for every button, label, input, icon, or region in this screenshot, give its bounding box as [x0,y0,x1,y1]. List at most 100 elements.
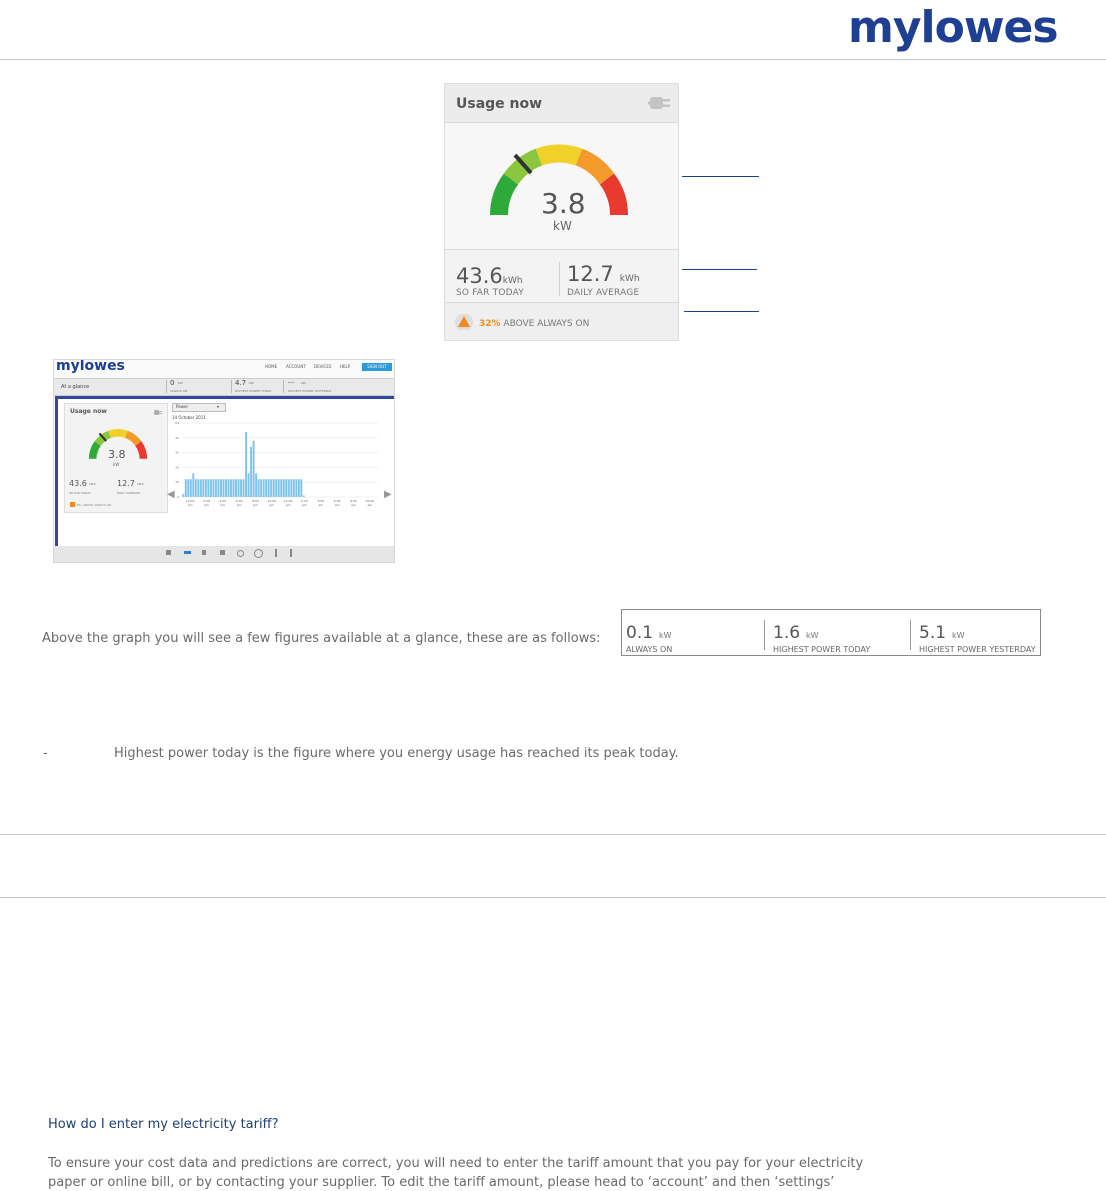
chart-bar [182,494,185,497]
chevron-right-icon[interactable]: ▶ [384,489,392,500]
tariff-paragraph-line-1: To ensure your cost data and predictions… [48,1156,864,1171]
thumb-glance-label: At a glance [61,384,90,390]
chart-bar [255,473,258,497]
thumb-footer-toolbar [54,546,394,562]
thumb-logo: mylowes [56,359,125,374]
chart-bar [280,479,283,497]
chart-bar [275,479,278,497]
chart-bar [207,479,210,497]
thumb-daily-label: DAILY AVERAGE [117,491,141,495]
chart-x-tick: pm [253,503,258,507]
glance-always-on-label: ALWAYS ON [626,645,673,654]
thumb-sep [231,380,232,393]
widget-stats: 43.6kWh SO FAR TODAY 12.7 kWh DAILY AVERA… [445,250,678,303]
chart-bar [227,479,230,497]
thumb-glance-1-label: HIGHEST POWER TODAY [235,389,272,393]
chart-bar [260,479,263,497]
chart-bar [222,479,225,497]
thumb-glance-0-value: 0 [170,379,175,387]
thumb-alert-text: 8% ABOVE ALWAYS ON [77,503,112,507]
glance-highest-today-unit: kW [806,631,819,640]
thumb-toolbar-icon[interactable] [237,550,244,557]
thumb-sign-out-button[interactable]: SIGN OUT [362,363,392,371]
glance-highest-yesterday-value: 5.1 [919,623,947,643]
thumb-nav-home[interactable]: HOME [265,364,277,369]
chart-bar [302,495,305,497]
chart-y-tick: 40 [175,436,179,440]
glance-always-on-value: 0.1 [626,623,654,643]
chart-bar [257,479,260,497]
chart-bar [242,479,245,497]
chart-bar [217,479,220,497]
chart-bar [230,479,232,497]
chart-x-tick: am [335,503,340,507]
warning-triangle-icon [455,314,473,330]
thumb-toolbar-icon[interactable] [220,550,225,555]
daily-average-stat: 12.7 kWh [567,262,640,286]
widget-title: Usage now [456,96,543,112]
chart-x-tick: am [351,503,356,507]
chart-bar [214,479,217,497]
callout-line-gauge [682,176,759,177]
gauge-unit: kW [553,219,572,233]
thumb-toolbar-icon[interactable] [202,550,206,555]
at-a-glance-box: 0.1 kW ALWAYS ON 1.6 kW HIGHEST POWER TODA… [621,609,1041,656]
chart-x-tick: pm [188,503,193,507]
thumb-plug-icon [154,410,162,415]
thumb-nav-account[interactable]: ACCOUNT [286,364,306,369]
thumb-so-far-label: SO FAR TODAY [69,491,91,495]
chart-bar [204,479,207,497]
thumb-usage-chart: 0102030405012:00pm2:00pm4:00pm6:00pm8:00… [175,421,378,507]
thumb-glance-1-value: 4.7 [235,379,247,387]
so-far-today-stat: 43.6kWh [456,264,523,288]
usage-now-widget: Usage now 3.8 kW 43.6kWh SO FAR TODAY 12… [444,83,679,341]
thumb-glance-bar: At a glance 0 kW ALWAYS ON 4.7 kW HIGHES… [54,378,394,396]
thumb-nav-devices[interactable]: DEVICES [314,364,331,369]
thumb-sep [283,380,284,393]
chart-bar [292,479,295,497]
glance-highest-today-value-row: 1.6 kW [773,623,819,643]
section-divider-2 [0,897,1106,898]
daily-value: 12.7 [567,262,614,286]
chart-bar [290,479,293,497]
chart-x-tick: am [286,503,291,507]
thumb-main-frame: Usage now 3.8 kW 43.6 kWh SO FAR TODAY 1… [55,396,394,550]
mylowes-logo: mylowes [848,2,1059,53]
chevron-left-icon[interactable]: ◀ [167,489,175,500]
chart-x-tick: am [367,503,372,507]
thumb-toolbar-icon[interactable] [290,549,292,557]
plug-icon [648,97,670,109]
gauge-area: 3.8 kW [445,123,678,250]
bullet-text: Highest power today is the figure where … [114,746,679,761]
chart-x-tick: pm [237,503,242,507]
glance-highest-today-label: HIGHEST POWER TODAY [773,645,871,654]
so-far-unit: kWh [502,276,523,286]
so-far-value: 43.6 [456,264,503,288]
callout-line-alert [684,311,759,312]
chart-bar [245,431,248,497]
chart-bar [209,479,212,497]
thumb-so-far-value: 43.6 [69,479,87,488]
chart-bar [237,479,240,497]
chart-bar [235,479,237,497]
chart-bar [285,479,288,497]
thumb-toolbar-icon[interactable] [254,549,263,558]
thumb-toolbar-icon[interactable] [166,550,171,555]
chart-bar [262,479,265,497]
section-divider-1 [0,834,1106,835]
thumb-toolbar-plug-icon[interactable] [184,551,191,554]
tariff-paragraph-line-2: paper or online bill, or by contacting y… [48,1175,835,1190]
thumb-nav-help[interactable]: HELP [340,364,350,369]
thumb-glance-2-unit: kW [301,381,306,385]
thumb-power-select[interactable]: Power ▾ [172,403,226,412]
glance-separator [764,620,765,650]
thumb-toolbar-icon[interactable] [275,549,277,557]
alert-percent: 32% [479,319,501,329]
chart-x-tick: pm [204,503,209,507]
glance-highest-yesterday-value-row: 5.1 kW [919,623,965,643]
chart-bar [232,479,235,497]
chart-bar [199,479,202,497]
glance-always-on: 0.1 kW ALWAYS ON [622,610,764,655]
chart-x-tick: pm [220,503,225,507]
glance-always-on-unit: kW [659,631,672,640]
